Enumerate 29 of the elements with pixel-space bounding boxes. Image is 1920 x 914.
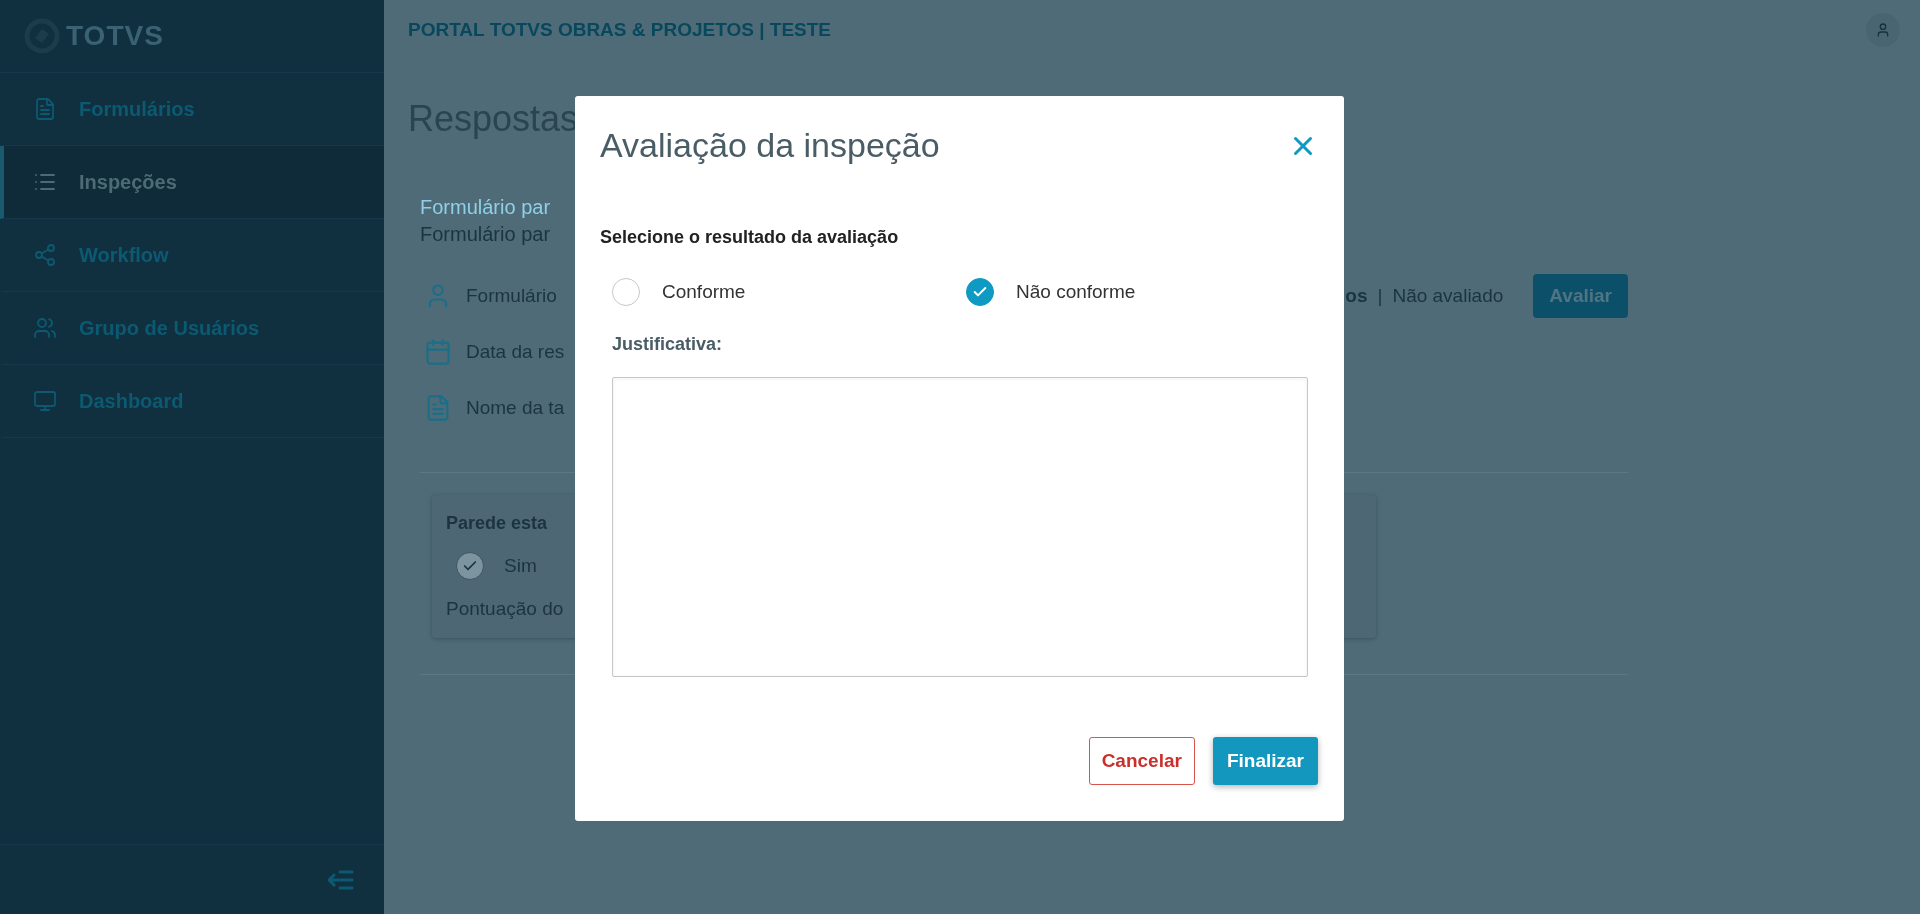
- user-icon: [1875, 22, 1891, 38]
- sidebar-item[interactable]: Inspeções: [0, 146, 384, 219]
- dialog-title: Avaliação da inspeção: [600, 126, 940, 165]
- info-text: Formulário: [466, 285, 557, 307]
- radio-button[interactable]: [966, 278, 994, 306]
- status-fragment: os: [1345, 285, 1368, 307]
- radio-button[interactable]: [612, 278, 640, 306]
- separator: |: [1377, 285, 1383, 307]
- info-text: Nome da ta: [466, 397, 565, 419]
- collapse-icon[interactable]: [328, 869, 354, 890]
- evaluate-button[interactable]: Avaliar: [1533, 274, 1628, 318]
- status-text: Não avaliado: [1392, 285, 1504, 307]
- portal-title: PORTAL TOTVS OBRAS & PROJETOS | TESTE: [408, 19, 832, 41]
- radio-label: Conforme: [662, 281, 746, 303]
- info-text: Data da res: [466, 341, 565, 363]
- cancel-button[interactable]: Cancelar: [1088, 737, 1195, 785]
- avatar-button[interactable]: [1866, 13, 1900, 47]
- justification-field[interactable]: [612, 377, 1308, 677]
- finish-button[interactable]: Finalizar: [1212, 737, 1318, 785]
- users-icon: [33, 316, 57, 340]
- form-label: Formulário par: [420, 196, 551, 219]
- document-icon: [33, 97, 57, 121]
- calendar-icon: [424, 338, 452, 366]
- form-name: Formulário par: [420, 223, 551, 246]
- prompt-text: Selecione o resultado da avaliação: [600, 227, 900, 248]
- radio-label: Não conforme: [1016, 281, 1136, 303]
- justification-label: Justificativa:: [612, 334, 724, 355]
- share-icon: [33, 243, 57, 267]
- monitor-icon: [33, 389, 57, 413]
